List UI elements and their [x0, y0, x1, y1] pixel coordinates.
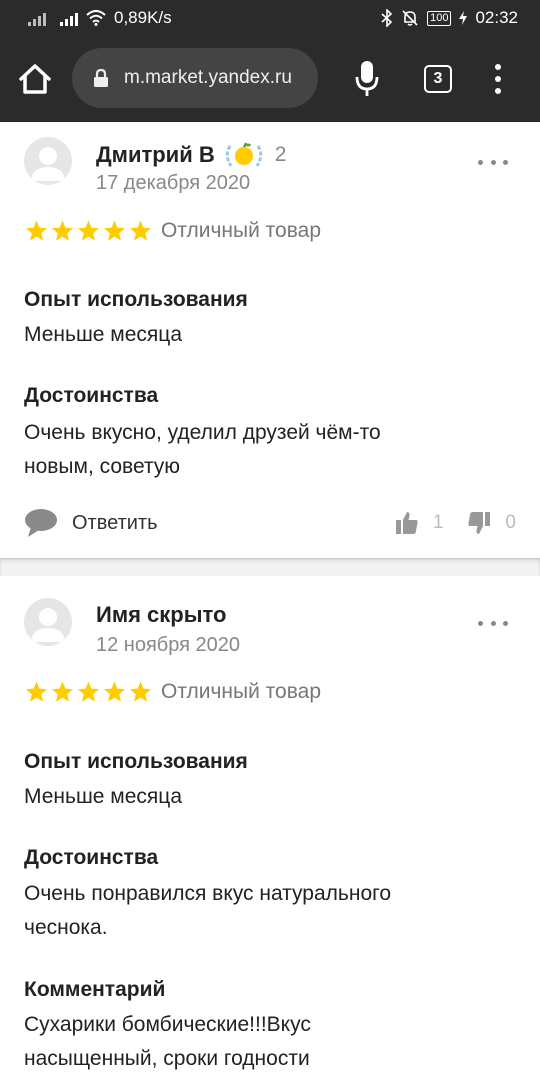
star-icon — [78, 681, 99, 702]
home-icon[interactable] — [18, 62, 52, 96]
charging-icon — [459, 11, 468, 25]
reply-label: Ответить — [72, 511, 158, 534]
thumbs-down-icon[interactable] — [467, 510, 491, 536]
rating-text: Отличный товар — [161, 680, 322, 703]
more-options-icon[interactable] — [478, 158, 508, 166]
section-title: Комментарий — [24, 978, 166, 1001]
star-icon — [104, 220, 125, 241]
section-title: Достоинства — [24, 384, 159, 407]
section-title: Опыт использования — [24, 288, 248, 311]
address-bar[interactable]: m.market.yandex.ru — [72, 48, 318, 108]
network-speed: 0,89K/s — [114, 8, 172, 27]
star-icon — [104, 681, 125, 702]
avatar[interactable] — [24, 598, 72, 646]
comment-icon — [25, 509, 57, 537]
more-options-icon[interactable] — [478, 619, 508, 627]
tabs-button[interactable]: 3 — [424, 65, 452, 93]
dislikes-count: 0 — [505, 512, 516, 533]
review-author[interactable]: Дмитрий В 2 — [96, 140, 286, 170]
review-card: Имя скрыто 12 ноября 2020 Отличный товар… — [0, 576, 540, 1080]
rating: Отличный товар — [24, 680, 321, 704]
section-title: Достоинства — [24, 846, 159, 869]
bluetooth-icon — [381, 9, 393, 27]
section-text: Очень вкусно, уделил друзей чём-то новым… — [24, 421, 381, 478]
expert-badge-icon — [225, 142, 262, 167]
reply-button[interactable]: Ответить — [24, 508, 158, 538]
wifi-icon — [86, 10, 106, 26]
review-card: Дмитрий В 2 17 декабря 2020 Отличный тов… — [0, 122, 540, 558]
star-icon — [52, 220, 73, 241]
review-author: Имя скрыто — [96, 602, 226, 628]
rating-stars — [24, 219, 153, 243]
author-name: Дмитрий В — [96, 142, 215, 167]
section-title: Опыт использования — [24, 750, 248, 773]
votes: 1 0 — [395, 510, 516, 536]
review-date: 17 декабря 2020 — [96, 172, 251, 194]
star-icon — [130, 220, 151, 241]
lock-icon — [94, 68, 108, 87]
signal-sim2-icon — [60, 10, 78, 26]
star-icon — [78, 220, 99, 241]
avatar[interactable] — [24, 137, 72, 185]
microphone-icon[interactable] — [354, 60, 380, 98]
likes-count: 1 — [432, 512, 444, 533]
section-text: Меньше месяца — [24, 323, 183, 346]
star-icon — [130, 681, 151, 702]
browser-toolbar: m.market.yandex.ru 3 — [0, 36, 540, 122]
review-date: 12 ноября 2020 — [96, 634, 241, 656]
browser-menu-icon[interactable] — [488, 64, 508, 94]
rating-stars — [24, 680, 153, 704]
clock: 02:32 — [475, 8, 518, 27]
section-text: Сухарики бомбические!!!Вкус насыщенный, … — [24, 1013, 311, 1070]
thumbs-up-icon[interactable] — [395, 510, 419, 536]
section-text: Очень понравился вкус натурального чесно… — [24, 882, 391, 939]
url-text: m.market.yandex.ru — [124, 67, 292, 88]
star-icon — [52, 681, 73, 702]
review-actions: Ответить 1 0 — [24, 507, 516, 539]
rating-text: Отличный товар — [161, 219, 322, 242]
author-name: Имя скрыто — [96, 602, 227, 627]
reviews-list: Дмитрий В 2 17 декабря 2020 Отличный тов… — [0, 122, 540, 1080]
mute-bell-icon — [402, 10, 418, 26]
status-bar: 0,89K/s 100 02:32 — [0, 0, 540, 36]
signal-sim1-icon — [28, 10, 46, 26]
rating: Отличный товар — [24, 219, 321, 243]
badge-count: 2 — [274, 143, 287, 166]
star-icon — [26, 681, 47, 702]
section-text: Меньше месяца — [24, 785, 183, 808]
battery-level: 100 — [427, 10, 452, 26]
star-icon — [26, 220, 47, 241]
divider — [0, 558, 540, 576]
